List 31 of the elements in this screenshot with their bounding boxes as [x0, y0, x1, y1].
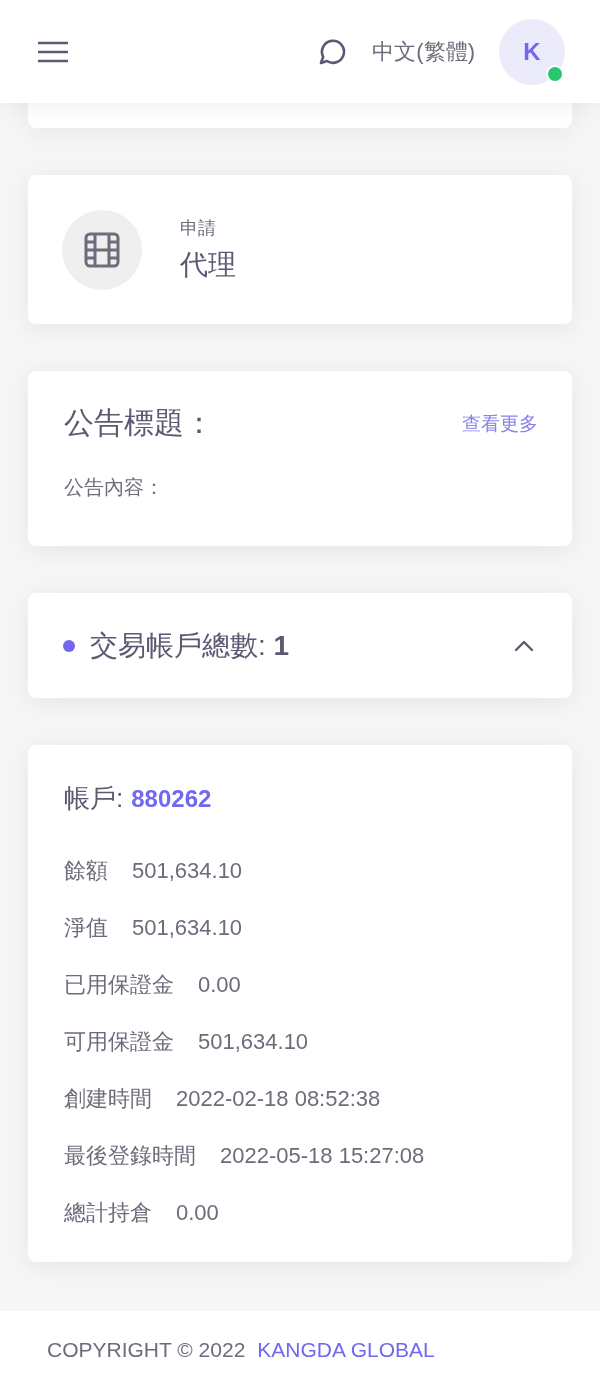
announcement-content: 公告內容： — [64, 475, 165, 500]
accounts-count: 交易帳戶總數: 1 — [90, 628, 291, 663]
field-value: 2022-05-18 15:27:08 — [220, 1142, 425, 1169]
field-value: 501,634.10 — [132, 914, 243, 941]
language-selector[interactable]: 中文(繁體) — [372, 36, 475, 67]
field-label: 創建時間 — [64, 1084, 152, 1113]
account-number: 880262 — [131, 785, 212, 813]
field-value: 0.00 — [198, 971, 241, 998]
field-label: 已用保證金 — [64, 970, 174, 999]
apply-caption: 申請 — [180, 216, 217, 240]
apply-title: 代理 — [180, 247, 236, 282]
accounts-summary-card[interactable]: 交易帳戶總數: 1 — [28, 593, 572, 698]
view-more-link[interactable]: 查看更多 — [462, 410, 538, 437]
copyright-text: COPYRIGHT © 2022 — [47, 1338, 246, 1362]
announcement-title: 公告標題： — [64, 405, 214, 441]
menu-icon[interactable] — [38, 40, 68, 63]
account-label: 帳戶: — [64, 782, 124, 815]
avatar[interactable]: K — [499, 18, 565, 85]
field-label: 總計持倉 — [64, 1198, 152, 1227]
field-label: 淨值 — [64, 913, 108, 942]
field-value: 501,634.10 — [198, 1028, 309, 1055]
company-link[interactable]: KANGDA GLOBAL — [257, 1338, 435, 1362]
bullet-dot — [63, 639, 75, 652]
field-value: 501,634.10 — [132, 857, 243, 884]
field-label: 最後登錄時間 — [64, 1141, 196, 1170]
field-value: 0.00 — [176, 1199, 219, 1226]
caret-icon[interactable] — [514, 639, 534, 652]
field-label: 餘額 — [64, 856, 108, 885]
apply-card[interactable]: 申請 代理 — [28, 175, 572, 324]
field-label: 可用保證金 — [64, 1027, 174, 1056]
field-value: 2022-02-18 08:52:38 — [176, 1085, 381, 1112]
